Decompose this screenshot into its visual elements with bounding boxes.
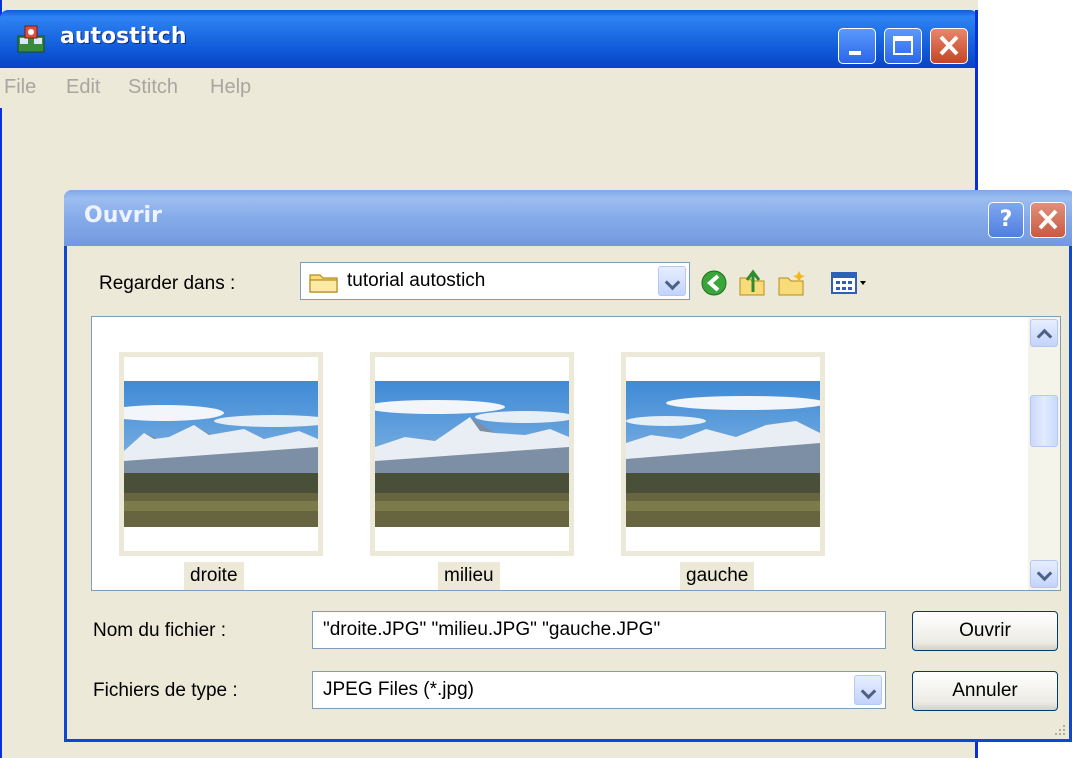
mountain-photo-icon: [375, 381, 569, 527]
main-titlebar[interactable]: autostitch: [0, 10, 978, 68]
close-button[interactable]: [930, 28, 968, 64]
filename-input[interactable]: [312, 611, 886, 649]
menu-edit[interactable]: Edit: [66, 76, 100, 99]
new-folder-icon[interactable]: [777, 268, 807, 298]
dialog-close-button[interactable]: [1030, 202, 1066, 238]
mountain-photo-icon: [626, 381, 820, 527]
menu-help[interactable]: Help: [210, 76, 251, 99]
file-name-label: droite: [184, 562, 244, 590]
dialog-titlebar[interactable]: Ouvrir ?: [64, 190, 1072, 246]
view-menu-icon[interactable]: [829, 268, 871, 298]
cancel-button[interactable]: Annuler: [912, 671, 1058, 711]
autostitch-app-icon: [17, 25, 45, 53]
open-dialog: Ouvrir ? Regarder dans : tutorial autost…: [64, 190, 1072, 742]
menu-stitch[interactable]: Stitch: [128, 76, 178, 99]
vertical-scrollbar[interactable]: [1028, 317, 1060, 590]
file-name-label: gauche: [680, 562, 755, 590]
file-thumbnail[interactable]: [119, 352, 323, 556]
scroll-down-button[interactable]: [1030, 560, 1058, 588]
look-in-combo[interactable]: tutorial autostich: [300, 262, 690, 300]
look-in-value: tutorial autostich: [347, 270, 486, 291]
back-icon[interactable]: [699, 268, 729, 298]
file-thumbnail[interactable]: [621, 352, 825, 556]
scroll-up-button[interactable]: [1030, 319, 1058, 347]
main-window-title: autostitch: [60, 24, 187, 49]
resize-grip-icon[interactable]: [1051, 721, 1067, 737]
minimize-icon: [849, 51, 861, 55]
minimize-button[interactable]: [838, 28, 876, 64]
mountain-photo-icon: [124, 381, 318, 527]
folder-icon: [309, 274, 338, 293]
help-button[interactable]: ?: [988, 202, 1024, 238]
file-list[interactable]: droite milieu gauche: [91, 316, 1061, 591]
file-name-label: milieu: [438, 562, 500, 590]
chevron-down-icon[interactable]: [854, 675, 882, 705]
filetype-label: Fichiers de type :: [93, 680, 238, 701]
filetype-value: JPEG Files (*.jpg): [323, 679, 474, 700]
chevron-down-icon[interactable]: [658, 266, 686, 296]
dialog-title: Ouvrir: [84, 203, 162, 228]
look-in-label: Regarder dans :: [99, 273, 236, 294]
maximize-icon: [893, 36, 913, 55]
close-icon: [939, 35, 959, 56]
close-icon: [1038, 209, 1058, 230]
scroll-thumb[interactable]: [1030, 395, 1058, 447]
file-thumbnail[interactable]: [370, 352, 574, 556]
open-button[interactable]: Ouvrir: [912, 611, 1058, 651]
maximize-button[interactable]: [884, 28, 922, 64]
menu-file[interactable]: File: [4, 76, 36, 99]
filename-label: Nom du fichier :: [93, 620, 227, 641]
menu-bar: File Edit Stitch Help: [0, 68, 978, 108]
up-folder-icon[interactable]: [737, 268, 767, 298]
filetype-select[interactable]: JPEG Files (*.jpg): [312, 671, 886, 709]
